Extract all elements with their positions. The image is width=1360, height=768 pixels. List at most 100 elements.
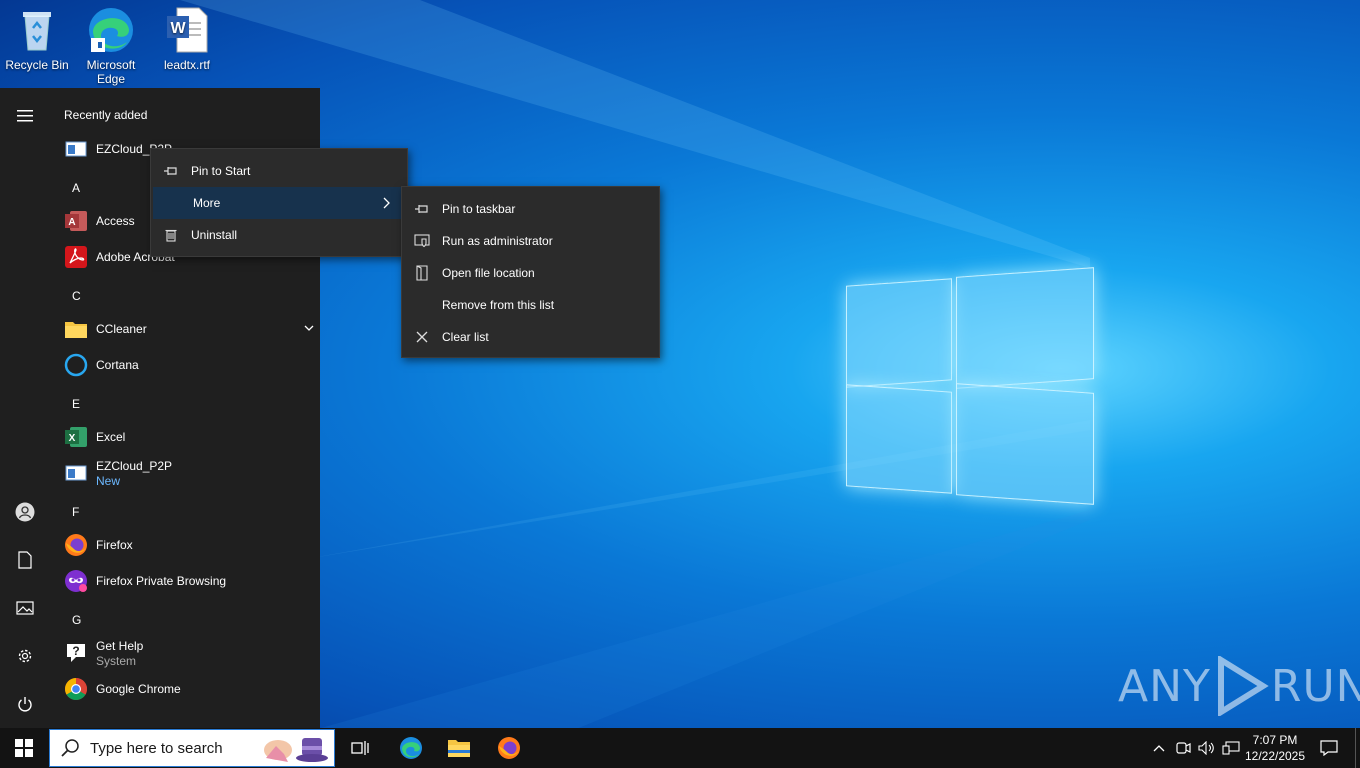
- cortana-icon: [64, 353, 88, 377]
- app-item-ccleaner-folder[interactable]: CCleaner: [64, 312, 314, 346]
- uninstall-item[interactable]: Uninstall: [151, 219, 407, 251]
- speaker-icon: [1198, 741, 1214, 755]
- clock-date: 12/22/2025: [1244, 749, 1306, 763]
- app-label: Access: [96, 213, 135, 228]
- menu-item-label: Pin to taskbar: [442, 202, 516, 216]
- letter-header-e[interactable]: E: [72, 397, 80, 411]
- remove-from-list-item[interactable]: Remove from this list: [402, 289, 659, 321]
- app-item-google-chrome[interactable]: Google Chrome: [64, 672, 314, 706]
- letter-header-g[interactable]: G: [72, 613, 81, 627]
- letter-header-a[interactable]: A: [72, 181, 80, 195]
- clock[interactable]: 7:07 PM 12/22/2025: [1242, 728, 1308, 768]
- desktop-icon-leadtx[interactable]: W leadtx.rtf: [150, 6, 224, 72]
- get-help-icon: ?: [64, 641, 88, 665]
- menu-item-label: Pin to Start: [191, 164, 251, 178]
- app-context-menu: Pin to Start More Uninstall: [150, 148, 408, 257]
- pin-to-start-item[interactable]: Pin to Start: [151, 155, 407, 187]
- menu-item-label: Uninstall: [191, 228, 238, 242]
- app-item-cortana[interactable]: Cortana: [64, 348, 314, 382]
- more-submenu: Pin to taskbar Run as administrator Open…: [401, 186, 660, 358]
- app-label: Excel: [96, 429, 126, 444]
- svg-text:?: ?: [72, 644, 79, 658]
- trash-icon: [151, 228, 191, 242]
- clock-time: 7:07 PM: [1252, 733, 1298, 747]
- run-as-admin-item[interactable]: Run as administrator: [402, 225, 659, 257]
- app-label: Get Help: [96, 638, 144, 653]
- pin-icon: [402, 204, 442, 214]
- watermark-right-text: RUN: [1270, 660, 1360, 712]
- menu-item-label: More: [193, 196, 221, 210]
- user-icon: [15, 502, 35, 522]
- play-logo-icon: [1217, 656, 1269, 716]
- search-placeholder: Type here to search: [90, 739, 223, 757]
- edge-icon: [87, 6, 135, 54]
- show-hidden-icons-button[interactable]: [1148, 728, 1170, 768]
- network-button[interactable]: [1220, 728, 1242, 768]
- file-location-icon: [402, 265, 442, 281]
- folder-icon: [64, 317, 88, 341]
- menu-item-label: Run as administrator: [442, 234, 553, 248]
- document-icon: [18, 551, 32, 569]
- clear-list-item[interactable]: Clear list: [402, 321, 659, 353]
- start-button[interactable]: [0, 728, 48, 768]
- shield-icon: [402, 234, 442, 248]
- windows-wallpaper-logo: [846, 258, 1094, 510]
- app-label: CCleaner: [96, 321, 147, 336]
- pin-to-taskbar-item[interactable]: Pin to taskbar: [402, 193, 659, 225]
- search-icon: [61, 739, 79, 757]
- svg-text:W: W: [170, 20, 186, 37]
- network-icon: [1222, 741, 1240, 755]
- windows-start-icon: [15, 739, 33, 757]
- settings-button[interactable]: [0, 636, 50, 676]
- notification-icon: [1320, 740, 1338, 756]
- meet-now-icon: [1176, 742, 1191, 754]
- taskbar-search-box[interactable]: Type here to search: [49, 729, 335, 767]
- app-item-firefox[interactable]: Firefox: [64, 528, 314, 562]
- more-item[interactable]: More: [153, 187, 403, 219]
- desktop-icon-edge[interactable]: Microsoft Edge: [74, 6, 148, 86]
- anyrun-watermark: ANY RUN: [1118, 656, 1360, 716]
- svg-text:A: A: [68, 217, 75, 228]
- pictures-icon: [16, 601, 34, 615]
- hamburger-menu-button[interactable]: [0, 96, 50, 136]
- search-highlight-illustration: [264, 738, 328, 762]
- new-badge: New: [96, 473, 121, 488]
- taskbar-edge-button[interactable]: [390, 728, 432, 768]
- desktop-icon-recycle-bin[interactable]: Recycle Bin: [0, 6, 74, 72]
- task-view-button[interactable]: [340, 728, 380, 768]
- desktop-icon-label: leadtx.rtf: [163, 58, 211, 72]
- chevron-down-icon[interactable]: [304, 324, 314, 332]
- taskbar-file-explorer-button[interactable]: [438, 728, 480, 768]
- acrobat-icon: [64, 245, 88, 269]
- documents-button[interactable]: [0, 540, 50, 580]
- close-icon: [402, 331, 442, 343]
- app-item-ezcloud[interactable]: EZCloud_P2P New: [64, 456, 314, 490]
- recently-added-header: Recently added: [64, 108, 148, 122]
- desktop-icon-label: Microsoft Edge: [86, 58, 136, 86]
- user-account-button[interactable]: [0, 492, 50, 532]
- network-adapter-button[interactable]: [1172, 728, 1194, 768]
- pictures-button[interactable]: [0, 588, 50, 628]
- app-item-firefox-private[interactable]: Firefox Private Browsing: [64, 564, 314, 598]
- svg-text:X: X: [69, 433, 76, 444]
- folder-icon: [448, 740, 470, 757]
- firefox-icon: [498, 737, 520, 759]
- power-icon: [18, 697, 32, 712]
- app-sublabel: System: [96, 653, 137, 668]
- menu-item-label: Open file location: [442, 266, 535, 280]
- app-item-excel[interactable]: X Excel: [64, 420, 314, 454]
- volume-button[interactable]: [1196, 728, 1218, 768]
- show-desktop-button[interactable]: [1355, 728, 1360, 768]
- chrome-icon: [64, 677, 88, 701]
- power-button[interactable]: [0, 684, 50, 724]
- app-label: Firefox Private Browsing: [96, 573, 227, 588]
- taskbar-firefox-button[interactable]: [488, 728, 530, 768]
- action-center-button[interactable]: [1312, 728, 1346, 768]
- app-item-get-help[interactable]: ? Get Help System: [64, 636, 314, 670]
- start-menu-rail: [0, 88, 50, 728]
- open-file-location-item[interactable]: Open file location: [402, 257, 659, 289]
- access-icon: A: [64, 209, 88, 233]
- letter-header-c[interactable]: C: [72, 289, 81, 303]
- letter-header-f[interactable]: F: [72, 505, 79, 519]
- app-label: Cortana: [96, 357, 139, 372]
